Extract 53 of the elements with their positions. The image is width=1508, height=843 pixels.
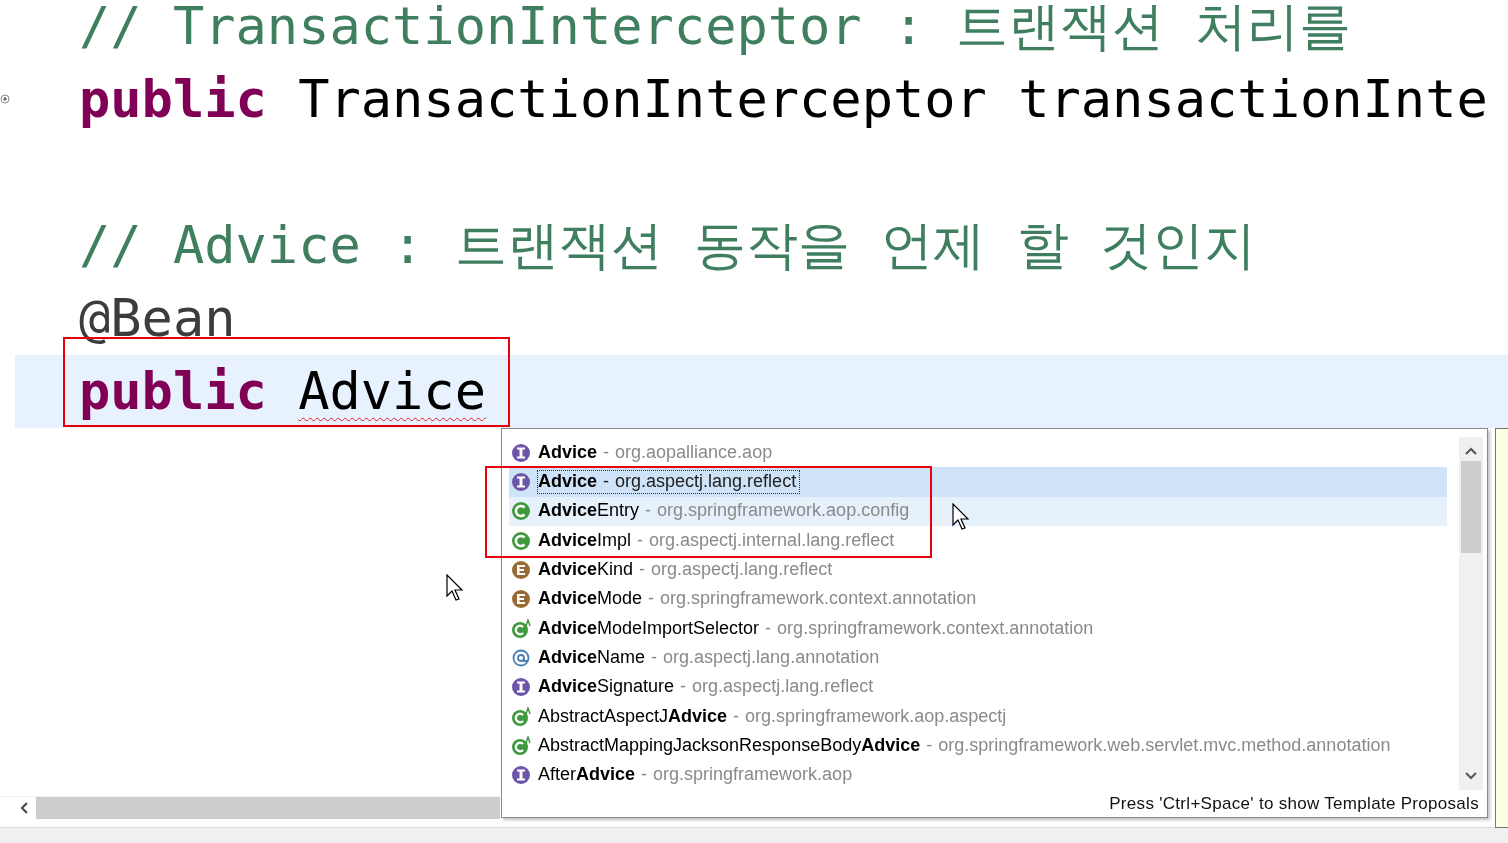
annotation-icon bbox=[511, 647, 531, 668]
proposal-label: AbstractMappingJacksonResponseBodyAdvice - org.springframework.web.servlet.mvc.method.annotation bbox=[538, 734, 1392, 757]
proposal-label: AdviceImpl - org.aspectj.internal.lang.reflect bbox=[538, 529, 896, 552]
fold-plus-icon[interactable] bbox=[0, 94, 10, 104]
interface-icon bbox=[511, 472, 531, 492]
code-comment: // TransactionInterceptor : 트랜잭션 처리를 bbox=[79, 0, 1351, 56]
interface-icon bbox=[511, 677, 531, 698]
horizontal-scrollbar[interactable] bbox=[0, 796, 500, 819]
proposal-item[interactable]: AdviceMode - org.springframework.context.annotation bbox=[509, 584, 1447, 614]
scrollbar-thumb[interactable] bbox=[1461, 461, 1481, 553]
proposal-item[interactable]: AdviceImpl - org.aspectj.internal.lang.reflect bbox=[509, 526, 1447, 556]
proposal-item[interactable]: AbstractMappingJacksonResponseBodyAdvice - org.springframework.web.servlet.mvc.method.annotation bbox=[509, 731, 1447, 761]
proposal-label: AdviceModeImportSelector - org.springframework.context.annotation bbox=[538, 617, 1095, 640]
interface-icon bbox=[511, 442, 531, 463]
code-text: Advice bbox=[298, 361, 486, 421]
scroll-up-icon[interactable] bbox=[1465, 445, 1477, 457]
proposal-label: AfterAdvice - org.springframework.aop bbox=[538, 764, 854, 787]
interface-icon bbox=[511, 765, 531, 786]
proposal-label: Advice - org.aopalliance.aop bbox=[538, 441, 774, 464]
proposal-label: AdviceMode - org.springframework.context.annotation bbox=[538, 588, 978, 611]
mouse-pointer-icon bbox=[952, 503, 970, 531]
enum-icon bbox=[511, 589, 531, 610]
keyword-text: public bbox=[79, 69, 267, 129]
proposal-label: AdviceKind - org.aspectj.lang.reflect bbox=[538, 558, 834, 581]
class-icon bbox=[511, 530, 531, 551]
abstract-class-icon bbox=[511, 706, 531, 727]
code-text: TransactionInterceptor transactionInte bbox=[298, 69, 1488, 129]
enum-icon bbox=[511, 559, 531, 580]
mouse-pointer-icon bbox=[446, 574, 464, 602]
proposal-item[interactable]: Advice - org.aopalliance.aop bbox=[509, 438, 1447, 468]
proposal-label: AdviceSignature - org.aspectj.lang.reflect bbox=[538, 676, 875, 699]
abstract-class-icon bbox=[511, 618, 531, 639]
proposal-item[interactable]: Advice - org.aspectj.lang.reflect bbox=[509, 467, 1447, 497]
proposal-item[interactable]: AdviceEntry - org.springframework.aop.config bbox=[509, 496, 1447, 526]
code-comment: // Advice : 트랜잭션 동작을 언제 할 것인지 bbox=[79, 215, 1256, 275]
proposal-item[interactable]: AdviceSignature - org.aspectj.lang.reflect bbox=[509, 672, 1447, 702]
abstract-class-icon bbox=[511, 735, 531, 756]
proposal-item[interactable]: AbstractAspectJAdvice - org.springframework.aop.aspectj bbox=[509, 701, 1447, 732]
hint-text: Press 'Ctrl+Space' to show Template Proposals bbox=[1109, 793, 1479, 814]
scroll-left-icon[interactable] bbox=[18, 802, 30, 814]
proposal-item[interactable]: AdviceName - org.aspectj.lang.annotation bbox=[509, 643, 1447, 673]
proposal-label: AbstractAspectJAdvice - org.springframework.aop.aspectj bbox=[538, 705, 1008, 728]
proposal-item[interactable]: AdviceModeImportSelector - org.springframework.context.annotation bbox=[509, 613, 1447, 644]
proposal-item[interactable]: AfterAdvice - org.springframework.aop bbox=[509, 760, 1447, 790]
proposal-label: Advice - org.aspectj.lang.reflect bbox=[538, 471, 800, 493]
proposal-item[interactable]: AdviceKind - org.aspectj.lang.reflect bbox=[509, 555, 1447, 585]
annotation-text: @Bean bbox=[79, 288, 236, 348]
class-icon bbox=[511, 501, 531, 522]
keyword-text: public bbox=[79, 361, 267, 421]
vertical-scrollbar[interactable] bbox=[1459, 437, 1483, 790]
scroll-down-icon[interactable] bbox=[1465, 770, 1477, 782]
proposal-label: AdviceName - org.aspectj.lang.annotation bbox=[538, 646, 881, 669]
proposal-label: AdviceEntry - org.springframework.aop.config bbox=[538, 500, 911, 523]
